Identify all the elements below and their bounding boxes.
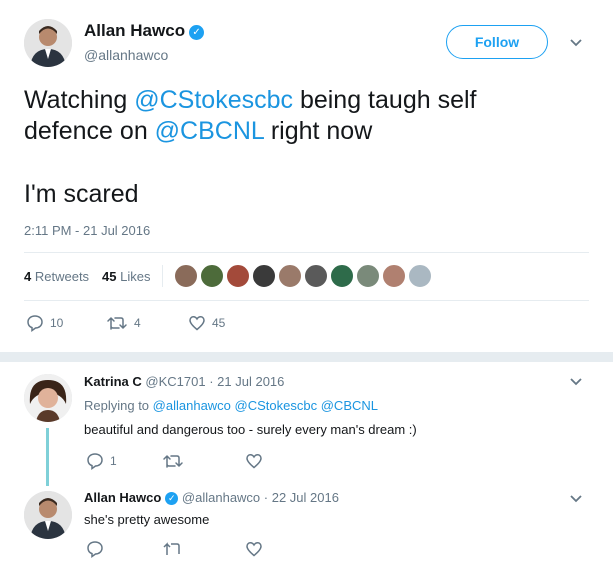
replying-to-prefix: Replying to bbox=[84, 398, 150, 413]
section-separator bbox=[0, 352, 613, 362]
liker-avatar[interactable] bbox=[356, 264, 380, 288]
retweets-count: 4 bbox=[24, 269, 32, 284]
reply-avatar[interactable] bbox=[24, 374, 72, 422]
heart-icon bbox=[246, 454, 262, 469]
tweet-text-line-1: Watching @CStokescbc being taugh self bbox=[24, 85, 584, 116]
text-segment: being taugh self bbox=[293, 86, 477, 114]
reply1-reply-count: 1 bbox=[110, 454, 117, 468]
liker-avatar[interactable] bbox=[200, 264, 224, 288]
liker-avatar[interactable] bbox=[382, 264, 406, 288]
like-action[interactable]: 45 bbox=[188, 314, 225, 332]
verified-badge-icon: ✓ bbox=[165, 492, 179, 505]
author-name-row: Allan Hawco ✓ bbox=[84, 21, 205, 41]
liker-avatar[interactable] bbox=[304, 264, 328, 288]
tweet-timestamp[interactable]: 2:11 PM - 21 Jul 2016 bbox=[24, 223, 150, 238]
tweet-text-line-2: defence on @CBCNL right now bbox=[24, 116, 584, 147]
retweet-icon bbox=[163, 542, 180, 555]
retweet-icon bbox=[163, 455, 183, 468]
stat-divider bbox=[162, 265, 163, 287]
reply2-text: she's pretty awesome bbox=[84, 512, 210, 527]
reply-action[interactable]: 10 bbox=[26, 314, 63, 332]
reply1-text: beautiful and dangerous too - surely eve… bbox=[84, 422, 417, 437]
mention-link[interactable]: @CStokescbc bbox=[134, 86, 293, 114]
reply2-date[interactable]: · 22 Jul 2016 bbox=[264, 490, 339, 505]
reply2-retweet-action[interactable] bbox=[162, 540, 184, 563]
liker-avatar[interactable] bbox=[408, 264, 432, 288]
tweet-menu-chevron-icon[interactable] bbox=[569, 38, 583, 48]
liker-avatar[interactable] bbox=[330, 264, 354, 288]
reply1-like-action[interactable] bbox=[245, 452, 263, 470]
reply1-reply-action[interactable]: 1 bbox=[86, 452, 117, 470]
divider bbox=[24, 300, 589, 301]
person-avatar-icon bbox=[24, 491, 72, 539]
reply1-handle[interactable]: @KC1701 bbox=[145, 374, 205, 389]
reply2-reply-action[interactable] bbox=[86, 540, 104, 563]
tweet-text-second: I'm scared bbox=[24, 180, 139, 208]
reply-icon bbox=[87, 453, 103, 470]
verified-badge-icon: ✓ bbox=[189, 25, 205, 40]
likes-count: 45 bbox=[102, 269, 117, 284]
reply-icon bbox=[27, 315, 43, 332]
reply1-header: Katrina C @KC1701 · 21 Jul 2016 bbox=[84, 374, 284, 389]
liker-avatar[interactable] bbox=[226, 264, 250, 288]
reply-count: 10 bbox=[50, 316, 64, 330]
replying-to-mention[interactable]: @CBCNL bbox=[321, 398, 378, 413]
mention-link[interactable]: @CBCNL bbox=[155, 117, 264, 145]
liker-avatar[interactable] bbox=[252, 264, 276, 288]
reply-icon bbox=[87, 541, 103, 558]
retweet-icon bbox=[107, 317, 127, 330]
liker-avatar[interactable] bbox=[278, 264, 302, 288]
reply1-author-name[interactable]: Katrina C bbox=[84, 374, 142, 389]
author-name[interactable]: Allan Hawco bbox=[84, 21, 185, 40]
author-handle[interactable]: @allanhawco bbox=[84, 47, 168, 63]
retweets-stat[interactable]: 4 Retweets bbox=[24, 269, 89, 284]
reply2-like-action[interactable] bbox=[245, 540, 263, 563]
text-segment: right now bbox=[263, 117, 373, 145]
follow-button[interactable]: Follow bbox=[446, 25, 548, 59]
heart-icon bbox=[189, 316, 205, 331]
retweet-count: 4 bbox=[134, 316, 141, 330]
retweet-action[interactable]: 4 bbox=[106, 314, 141, 332]
reply2-handle[interactable]: @allanhawco bbox=[182, 490, 260, 505]
heart-icon bbox=[246, 542, 262, 557]
replying-to-mention[interactable]: @CStokescbc bbox=[235, 398, 318, 413]
like-count: 45 bbox=[212, 316, 226, 330]
retweets-label: Retweets bbox=[34, 269, 90, 284]
text-segment: Watching bbox=[24, 86, 135, 114]
person-avatar-icon bbox=[24, 374, 72, 422]
reply1-menu-chevron-icon[interactable] bbox=[569, 377, 583, 387]
reply2-author-name[interactable]: Allan Hawco bbox=[84, 490, 161, 505]
liker-avatar[interactable] bbox=[174, 264, 198, 288]
replying-to-line: Replying to @allanhawco @CStokescbc @CBC… bbox=[84, 398, 378, 413]
tweet-text: Watching @CStokescbc being taugh self de… bbox=[24, 85, 584, 147]
replying-to-mention[interactable]: @allanhawco bbox=[153, 398, 231, 413]
reply2-header: Allan Hawco ✓ @allanhawco · 22 Jul 2016 bbox=[84, 490, 339, 505]
reply2-menu-chevron-icon[interactable] bbox=[569, 494, 583, 504]
likes-label: Likes bbox=[120, 269, 151, 284]
text-segment: defence on bbox=[24, 117, 155, 145]
author-avatar[interactable] bbox=[24, 19, 72, 67]
divider bbox=[24, 252, 589, 253]
reply1-retweet-action[interactable] bbox=[162, 452, 184, 470]
person-avatar-icon bbox=[24, 19, 72, 67]
likes-stat[interactable]: 45 Likes bbox=[102, 269, 150, 284]
reply1-date[interactable]: · 21 Jul 2016 bbox=[209, 374, 284, 389]
thread-connector-line bbox=[46, 428, 49, 486]
reply2-avatar[interactable] bbox=[24, 491, 72, 539]
